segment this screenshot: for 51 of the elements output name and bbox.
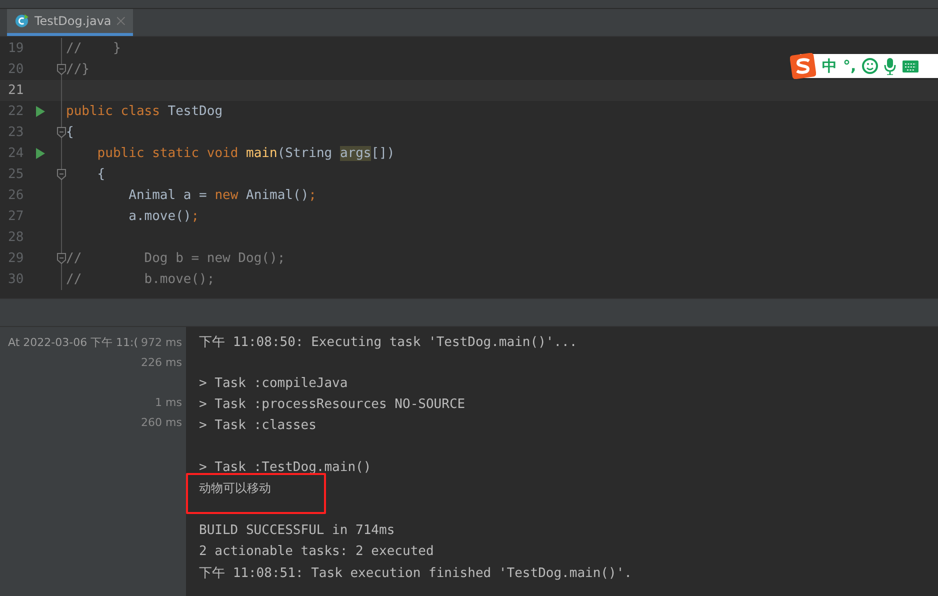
console-line: 下午 11:08:50: Executing task 'TestDog.main()'... [199, 334, 578, 350]
code-line: { [96, 167, 106, 182]
code-line: // Dog b = new Dog(); [66, 251, 286, 266]
line-number: 28 [7, 230, 25, 245]
line-number: 27 [7, 209, 25, 224]
console-line: > Task :compileJava [199, 376, 348, 391]
code-line: public static void main(String args[]) [96, 146, 395, 161]
console-line: 动物可以移动 [199, 480, 271, 497]
line-number: 26 [7, 188, 25, 203]
fold-icon[interactable] [57, 169, 66, 180]
code-line: { [66, 125, 74, 140]
console-line: > Task :TestDog.main() [199, 460, 372, 475]
line-number: 29 [7, 251, 25, 266]
console-line: 2 actionable tasks: 2 executed [199, 544, 434, 559]
duration-label: 226 ms [141, 356, 182, 368]
java-class-icon [15, 14, 28, 28]
line-number: 25 [7, 167, 25, 182]
run-item-label[interactable]: At 2022-03-06 下午 11:( [8, 334, 138, 350]
line-number: 19 [7, 41, 25, 56]
keyboard-icon[interactable] [902, 60, 920, 72]
console-line: > Task :classes [199, 418, 316, 433]
duration-label: 260 ms [141, 416, 182, 428]
console-line: 下午 11:08:51: Task execution finished 'TestDog.main()'. [199, 564, 632, 582]
duration-label: 1 ms [155, 396, 182, 408]
fold-icon[interactable] [57, 64, 66, 75]
code-line: a.move(); [128, 209, 200, 224]
console-line: > Task :processResources NO-SOURCE [199, 397, 466, 412]
code-line: Animal a = new Animal(); [128, 188, 316, 203]
code-line: // b.move(); [66, 272, 215, 287]
ime-logo-icon[interactable] [790, 53, 816, 79]
line-number: 22 [7, 104, 25, 119]
code-line: // } [66, 41, 121, 56]
line-number: 20 [7, 62, 25, 77]
console-line: BUILD SUCCESSFUL in 714ms [199, 523, 395, 538]
code-line: public class TestDog [66, 104, 223, 119]
run-icon[interactable] [36, 148, 45, 159]
line-number: 23 [7, 125, 25, 140]
fold-icon[interactable] [57, 127, 66, 138]
fold-icon[interactable] [57, 253, 66, 264]
run-icon[interactable] [36, 106, 45, 117]
line-number: 24 [7, 146, 25, 161]
ime-punctuation-toggle[interactable]: °, [843, 57, 856, 75]
smiley-icon[interactable] [862, 58, 878, 74]
line-number: 21 [7, 83, 25, 98]
duration-label: 972 ms [141, 336, 182, 348]
close-icon[interactable] [117, 17, 125, 25]
microphone-icon[interactable] [884, 58, 896, 74]
code-line: //} [66, 62, 90, 77]
ime-mode-toggle[interactable]: 中 [822, 56, 837, 76]
line-number: 30 [7, 272, 25, 287]
file-tab[interactable]: TestDog.java [7, 9, 133, 36]
